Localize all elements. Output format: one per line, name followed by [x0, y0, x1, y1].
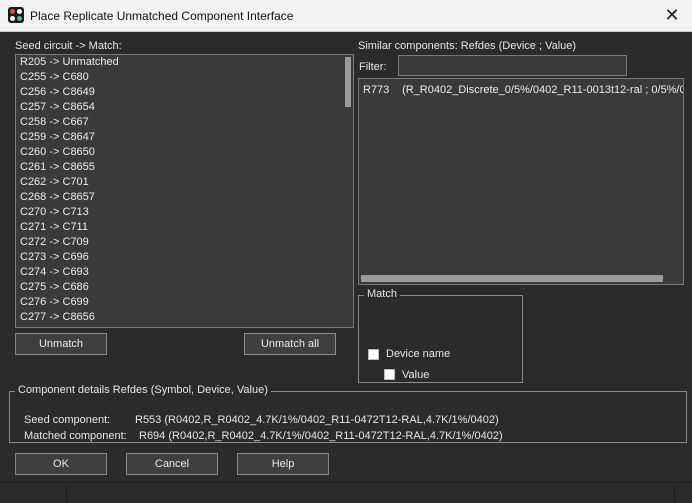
app-icon: [8, 7, 24, 23]
close-icon[interactable]: ✕: [660, 4, 684, 28]
similar-refdes: R773: [363, 84, 390, 96]
filter-input[interactable]: [398, 55, 627, 76]
list-item[interactable]: C273 -> C696: [16, 250, 353, 265]
status-separator: [674, 485, 675, 502]
list-item[interactable]: C261 -> C8655: [16, 160, 353, 175]
list-item[interactable]: R205 -> Unmatched: [16, 55, 353, 70]
matched-component-value: R694 (R0402,R_R0402_4.7K/1%/0402_R11-047…: [139, 430, 503, 442]
window-title: Place Replicate Unmatched Component Inte…: [30, 9, 294, 23]
list-item[interactable]: C274 -> C693: [16, 265, 353, 280]
similar-components-label: Similar components: Refdes (Device ; Val…: [358, 40, 577, 52]
seed-circuit-list[interactable]: R205 -> Unmatched C255 -> C680 C256 -> C86…: [15, 54, 354, 328]
seed-list-scrollbar[interactable]: [345, 57, 351, 107]
list-item[interactable]: C272 -> C709: [16, 235, 353, 250]
list-item[interactable]: R773 (R_R0402_Discrete_0/5%/0402_R11-001…: [363, 84, 684, 96]
device-name-checkbox[interactable]: [368, 349, 379, 360]
device-name-label: Device name: [386, 348, 451, 360]
value-checkbox[interactable]: [384, 369, 395, 380]
seed-component-label: Seed component:: [24, 414, 111, 426]
match-group: Match Device name Value: [358, 288, 523, 383]
status-separator: [66, 485, 67, 502]
match-group-title: Match: [364, 288, 400, 300]
list-item[interactable]: C257 -> C8654: [16, 100, 353, 115]
list-item[interactable]: C270 -> C713: [16, 205, 353, 220]
cancel-button[interactable]: Cancel: [126, 453, 218, 475]
list-item[interactable]: C259 -> C8647: [16, 130, 353, 145]
list-item[interactable]: C256 -> C8649: [16, 85, 353, 100]
list-item[interactable]: C260 -> C8650: [16, 145, 353, 160]
filter-label: Filter:: [359, 61, 387, 73]
component-details-group: Component details Refdes (Symbol, Device…: [9, 384, 687, 443]
list-item[interactable]: C271 -> C711: [16, 220, 353, 235]
status-bar: [0, 482, 692, 503]
list-item[interactable]: C262 -> C701: [16, 175, 353, 190]
similar-detail: (R_R0402_Discrete_0/5%/0402_R11-0013t12-…: [402, 84, 684, 96]
matched-component-label: Matched component:: [24, 430, 127, 442]
list-item[interactable]: C255 -> C680: [16, 70, 353, 85]
help-button[interactable]: Help: [237, 453, 329, 475]
component-details-title: Component details Refdes (Symbol, Device…: [15, 384, 271, 396]
seed-component-value: R553 (R0402,R_R0402_4.7K/1%/0402_R11-047…: [135, 414, 499, 426]
similar-components-list[interactable]: R773 (R_R0402_Discrete_0/5%/0402_R11-001…: [358, 78, 684, 285]
similar-list-scrollbar[interactable]: [361, 275, 663, 282]
value-label: Value: [402, 369, 430, 381]
unmatch-button[interactable]: Unmatch: [15, 333, 107, 355]
list-item[interactable]: C275 -> C686: [16, 280, 353, 295]
title-bar: Place Replicate Unmatched Component Inte…: [0, 0, 692, 32]
list-item[interactable]: C268 -> C8657: [16, 190, 353, 205]
list-item[interactable]: C258 -> C667: [16, 115, 353, 130]
ok-button[interactable]: OK: [15, 453, 107, 475]
list-item[interactable]: C277 -> C8656: [16, 310, 353, 325]
unmatch-all-button[interactable]: Unmatch all: [244, 333, 336, 355]
list-item[interactable]: C276 -> C699: [16, 295, 353, 310]
seed-circuit-label: Seed circuit -> Match:: [15, 40, 122, 52]
